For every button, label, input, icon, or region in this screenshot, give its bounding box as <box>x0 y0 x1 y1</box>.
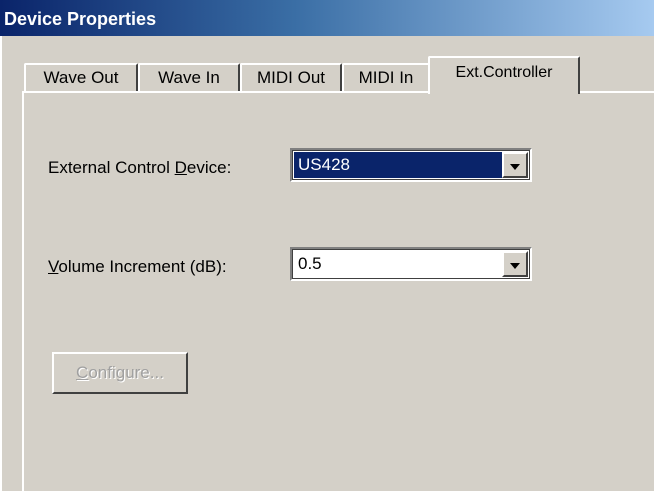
window-title: Device Properties <box>4 9 157 29</box>
tab-label: Ext.Controller <box>455 64 553 81</box>
tab-label: MIDI Out <box>256 68 325 87</box>
device-properties-window: Device Properties Wave Out Wave In MIDI … <box>0 0 654 491</box>
tab-wave-in[interactable]: Wave In <box>138 63 240 91</box>
tab-midi-out[interactable]: MIDI Out <box>240 63 342 91</box>
tab-label: Wave Out <box>43 68 119 87</box>
tab-label: MIDI In <box>358 68 414 87</box>
tab-panel-ext-controller <box>22 91 654 491</box>
tab-label: Wave In <box>158 68 220 87</box>
tab-ext-controller[interactable]: Ext.Controller <box>428 56 580 94</box>
window-left-border <box>0 36 3 491</box>
tab-wave-out[interactable]: Wave Out <box>24 63 138 91</box>
title-bar[interactable]: Device Properties <box>0 0 654 36</box>
tab-midi-in[interactable]: MIDI In <box>342 63 430 91</box>
